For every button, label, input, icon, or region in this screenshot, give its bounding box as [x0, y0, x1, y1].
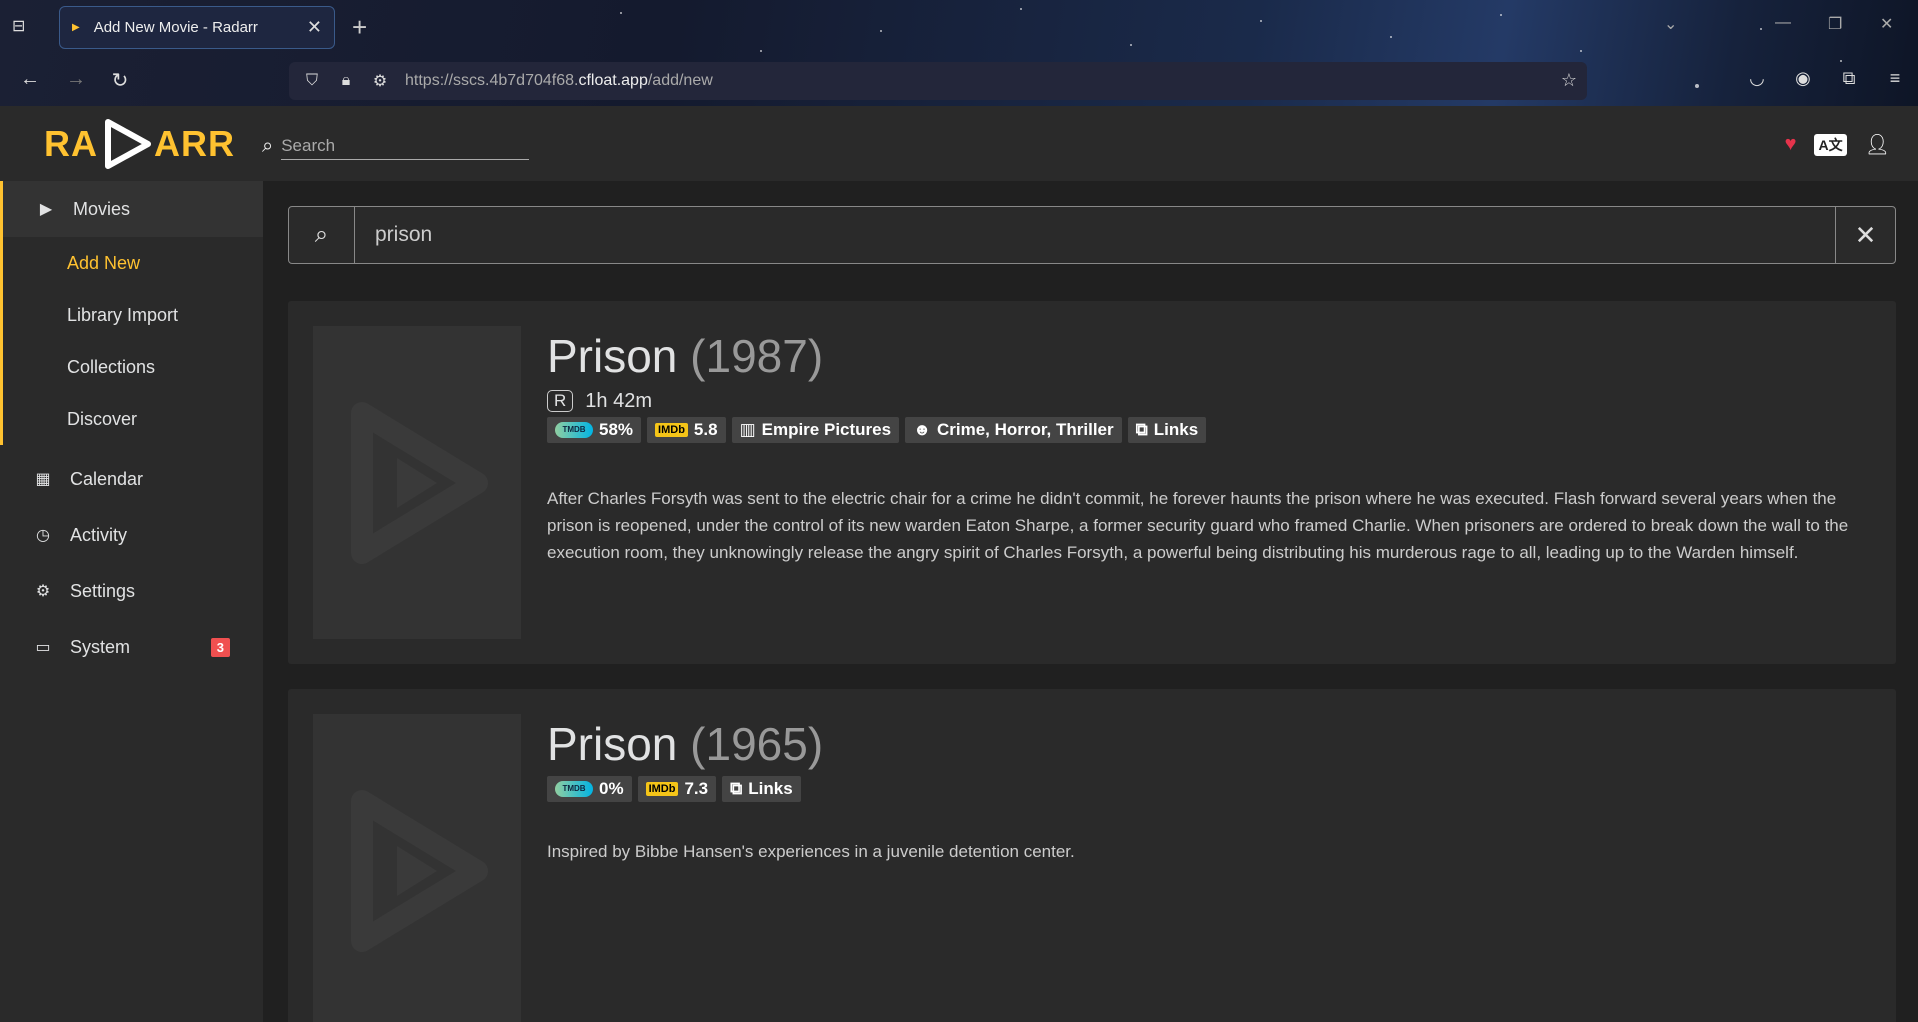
search-icon: ⌕	[262, 134, 274, 157]
poster-placeholder	[313, 714, 521, 1022]
imdb-rating: IMDb 5.8	[647, 416, 726, 443]
certification-badge: R	[547, 390, 574, 413]
app-header: RA ARR ⌕ ♥ A文 👤︎	[0, 106, 1918, 181]
url-bar[interactable]: ⛉ 🔒︎ ⚙ https://sscs.4b7d704f68.cfloat.ap…	[289, 62, 1587, 100]
play-icon: ▶	[39, 201, 53, 218]
permissions-icon[interactable]: ⚙	[369, 71, 391, 91]
logo-text-right: ARR	[154, 123, 235, 164]
sidebar-item-label: Activity	[70, 524, 128, 545]
movie-meta: R 1h 42m	[547, 390, 1866, 413]
tab-title: Add New Movie - Radarr	[93, 19, 258, 36]
tab-close-icon[interactable]: ✕	[307, 17, 322, 38]
search-icon: ⌕	[289, 207, 355, 263]
header-search-input[interactable]	[281, 132, 530, 160]
sidebar-item-add-new[interactable]: Add New	[3, 237, 263, 289]
imdb-icon: IMDb	[655, 422, 688, 437]
movie-labels: TMDB 58% IMDb 5.8 ▥ Empire Pictures ☻ Crime,…	[547, 416, 1866, 443]
forward-icon[interactable]: →	[62, 68, 90, 91]
search-result-card[interactable]: Prison (1965) TMDB 0% IMDb 7.3 ⧉ Links Insp…	[288, 689, 1896, 1022]
building-icon: ▥	[739, 419, 756, 439]
imdb-icon: IMDb	[645, 781, 679, 796]
nav-bar: ← → ↻ ⛉ 🔒︎ ⚙ https://sscs.4b7d704f68.cfl…	[0, 58, 1918, 106]
laptop-icon: ▭	[35, 639, 51, 656]
movie-labels: TMDB 0% IMDb 7.3 ⧉ Links	[547, 775, 1866, 802]
external-link-icon: ⧉	[730, 778, 743, 798]
tmdb-icon: TMDB	[555, 421, 593, 438]
shield-icon[interactable]: ⛉	[301, 72, 323, 90]
list-all-tabs-icon[interactable]: ⌄	[1664, 14, 1677, 34]
browser-chrome: ⊟ ▶ Add New Movie - Radarr ✕ + ⌄ — ❐ ✕ ←…	[0, 0, 1918, 106]
account-icon[interactable]: ◉	[1780, 68, 1826, 89]
poster-placeholder	[313, 326, 521, 639]
sidebar-item-calendar[interactable]: ▦ Calendar	[0, 451, 263, 507]
gears-icon: ⚙	[35, 583, 51, 600]
minimize-icon[interactable]: —	[1775, 14, 1791, 32]
sidebar-item-settings[interactable]: ⚙ Settings	[0, 563, 263, 619]
pocket-icon[interactable]: ◡	[1734, 68, 1780, 89]
poster-play-icon	[351, 789, 488, 952]
reload-icon[interactable]: ↻	[106, 68, 134, 93]
clock-icon: ◷	[36, 527, 50, 544]
window-close-icon[interactable]: ✕	[1880, 14, 1893, 34]
tab-strip: ⊟ ▶ Add New Movie - Radarr ✕ + ⌄ — ❐ ✕	[0, 0, 1918, 54]
user-icon[interactable]: 👤︎	[1865, 132, 1890, 157]
sidebar: ▶ Movies Add New Library Import Collecti…	[0, 181, 263, 1022]
sidebar-item-label: System	[70, 636, 131, 657]
bookmark-star-icon[interactable]: ☆	[1561, 70, 1577, 91]
sidebar-item-discover[interactable]: Discover	[3, 393, 263, 445]
links-label[interactable]: ⧉ Links	[1127, 416, 1207, 443]
poster-play-icon	[351, 401, 488, 564]
logo-text-left: RA	[44, 123, 98, 164]
movie-title: Prison (1987)	[547, 330, 824, 382]
external-link-icon: ⧉	[1135, 419, 1148, 439]
tmdb-icon: TMDB	[555, 780, 593, 797]
sidebar-item-movies[interactable]: ▶ Movies	[3, 181, 263, 237]
header-icons: ♥ A文 👤︎	[1785, 132, 1890, 157]
clear-search-button[interactable]: ✕	[1835, 207, 1895, 263]
sidebar-item-label: Movies	[73, 198, 131, 219]
menu-icon[interactable]: ≡	[1872, 68, 1918, 89]
tab-list-icon[interactable]: ⊟	[12, 16, 34, 38]
translate-icon[interactable]: A文	[1814, 133, 1847, 156]
tmdb-rating: TMDB 58%	[547, 416, 642, 443]
links-label[interactable]: ⧉ Links	[722, 775, 801, 802]
toolbar-right: ◡ ◉ ⧉ ≡	[1734, 68, 1918, 89]
main-content: ⌕ prison ✕ Prison (1987) R 1h 42m TMDB 58…	[263, 181, 1918, 1022]
result-details: Prison (1987) R 1h 42m TMDB 58% IMDb 5.8 ▥…	[547, 331, 1866, 566]
tab-favicon-icon: ▶	[72, 22, 80, 33]
calendar-icon: ▦	[35, 471, 51, 488]
sidebar-item-label: Settings	[70, 580, 136, 601]
sidebar-item-activity[interactable]: ◷ Activity	[0, 507, 263, 563]
theater-masks-icon: ☻	[913, 419, 931, 439]
search-result-card[interactable]: Prison (1987) R 1h 42m TMDB 58% IMDb 5.8 ▥…	[288, 301, 1896, 664]
movie-title: Prison (1965)	[547, 718, 824, 770]
movie-overview: Inspired by Bibbe Hansen's experiences i…	[547, 841, 1075, 861]
sidebar-item-library-import[interactable]: Library Import	[3, 289, 263, 341]
new-tab-icon[interactable]: +	[352, 12, 367, 43]
genres-label: ☻ Crime, Horror, Thriller	[905, 416, 1122, 443]
back-icon[interactable]: ←	[16, 68, 44, 91]
tmdb-rating: TMDB 0%	[547, 775, 632, 802]
sidebar-item-system[interactable]: ▭ System 3	[0, 619, 263, 675]
movie-search-box: ⌕ prison ✕	[288, 206, 1896, 264]
sidebar-item-collections[interactable]: Collections	[3, 341, 263, 393]
studio-label: ▥ Empire Pictures	[731, 416, 900, 443]
radarr-logo[interactable]: RA ARR	[44, 118, 235, 170]
extensions-icon[interactable]: ⧉	[1826, 68, 1872, 89]
movie-search-input[interactable]: prison	[355, 207, 1835, 263]
logo-play-icon	[100, 118, 152, 170]
imdb-rating: IMDb 7.3	[637, 775, 717, 802]
system-badge: 3	[210, 637, 230, 657]
restore-icon[interactable]: ❐	[1828, 14, 1842, 34]
url-text[interactable]: https://sscs.4b7d704f68.cfloat.app/add/n…	[405, 72, 713, 90]
header-search: ⌕	[262, 132, 530, 160]
runtime: 1h 42m	[585, 389, 652, 412]
browser-tab[interactable]: ▶ Add New Movie - Radarr ✕	[59, 6, 335, 49]
sidebar-item-label: Calendar	[70, 468, 144, 489]
movie-overview: After Charles Forsyth was sent to the el…	[547, 488, 1849, 562]
movies-group: ▶ Movies Add New Library Import Collecti…	[0, 181, 263, 445]
lock-icon[interactable]: 🔒︎	[335, 72, 357, 90]
result-details: Prison (1965) TMDB 0% IMDb 7.3 ⧉ Links Insp…	[547, 719, 1866, 865]
donate-heart-icon[interactable]: ♥	[1785, 133, 1797, 156]
